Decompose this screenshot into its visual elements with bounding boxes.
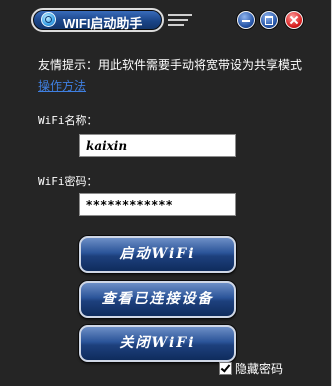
wifi-password-input[interactable]: [79, 193, 236, 216]
restore-button[interactable]: [260, 11, 278, 29]
wifi-name-input[interactable]: [79, 134, 236, 157]
window-title: WIFI启动助手: [63, 16, 143, 31]
close-button[interactable]: [285, 11, 303, 29]
hide-password-option[interactable]: 隐藏密码: [219, 360, 283, 376]
restore-icon: [261, 12, 277, 28]
title-bar[interactable]: WIFI启动助手: [31, 8, 164, 32]
minimize-icon: [238, 12, 254, 28]
view-connected-devices-button[interactable]: 查看已连接设备: [79, 281, 236, 318]
wifi-password-label: WiFi密码：: [38, 175, 98, 188]
start-wifi-button[interactable]: 启动WiFi: [79, 236, 236, 273]
close-icon: [286, 12, 302, 28]
wifi-assistant-window: WIFI启动助手 友情提示：用此软件需要手动将宽带设为共享模式 操作方法 WiF…: [0, 0, 332, 386]
notice-text: 友情提示：用此软件需要手动将宽带设为共享模式: [38, 58, 303, 72]
menu-lines-icon[interactable]: [168, 14, 202, 30]
minimize-button[interactable]: [237, 11, 255, 29]
instructions-link[interactable]: 操作方法: [38, 77, 86, 94]
hide-password-checkbox[interactable]: [219, 361, 232, 375]
wifi-name-label: WiFi名称：: [38, 114, 98, 127]
wifi-logo-icon: [41, 12, 56, 27]
hide-password-label: 隐藏密码: [235, 361, 284, 376]
stop-wifi-button[interactable]: 关闭WiFi: [79, 325, 236, 362]
